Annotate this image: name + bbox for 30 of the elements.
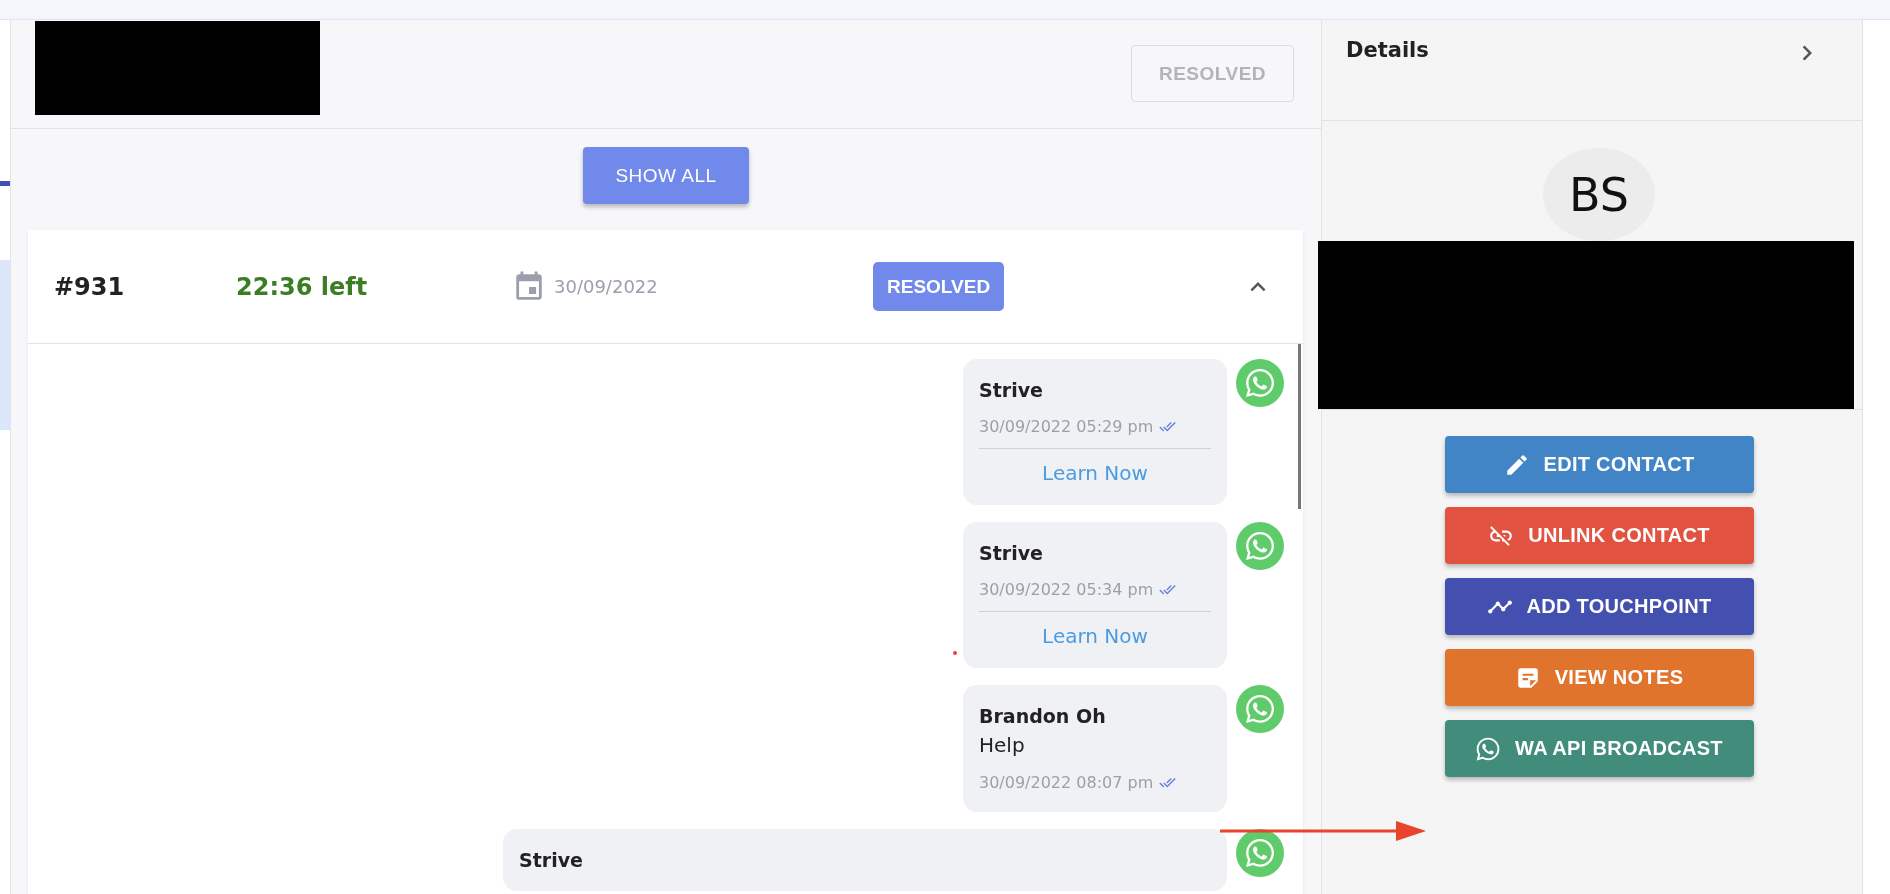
status-badge: RESOLVED [873, 261, 1005, 311]
avatar-initials: BS [1543, 148, 1655, 242]
sender-name: Strive [519, 849, 584, 871]
sender-name: Brandon Oh [979, 705, 1107, 727]
show-all-button[interactable]: SHOW ALL [583, 147, 749, 204]
learn-now-link[interactable]: Learn Now [979, 611, 1211, 648]
ticket-date: 30/09/2022 [554, 276, 658, 297]
action-button[interactable]: UNLINK CONTACT [1444, 507, 1754, 564]
active-indicator [0, 181, 10, 186]
resolved-button[interactable]: RESOLVED [1131, 45, 1294, 102]
action-button[interactable]: VIEW NOTES [1444, 649, 1754, 706]
action-button[interactable]: EDIT CONTACT [1444, 436, 1754, 493]
message-time: 30/09/2022 08:07 pm [979, 773, 1154, 792]
message-time: 30/09/2022 05:34 pm [979, 580, 1154, 599]
details-title: Details [1346, 38, 1429, 62]
action-button[interactable]: ADD TOUCHPOINT [1444, 578, 1754, 635]
scrollbar[interactable] [1298, 344, 1301, 509]
sender-name: Strive [979, 542, 1044, 564]
message-text: Help [979, 733, 1026, 757]
whatsapp-icon [1236, 685, 1284, 733]
action-button[interactable]: WA API BROADCAST [1444, 720, 1754, 777]
whatsapp-icon [1475, 735, 1502, 762]
annotation-dot [953, 651, 957, 655]
whatsapp-icon [1236, 359, 1284, 407]
whatsapp-icon [1236, 522, 1284, 570]
sender-name: Strive [979, 379, 1044, 401]
learn-now-link[interactable]: Learn Now [979, 448, 1211, 485]
time-left: 22:36 left [236, 272, 369, 301]
ticket-number: #931 [54, 272, 126, 301]
message-time: 30/09/2022 05:29 pm [979, 417, 1154, 436]
